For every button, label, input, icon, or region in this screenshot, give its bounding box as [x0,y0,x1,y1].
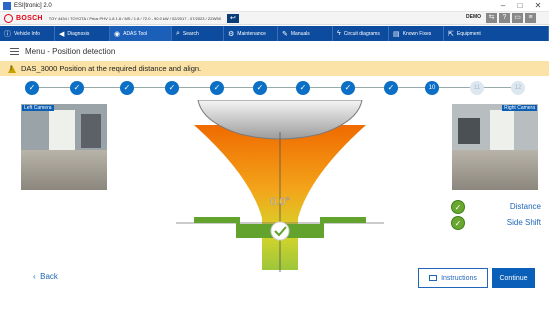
back-button[interactable]: ‹ Back [33,272,58,281]
step-2 [70,81,84,95]
book-icon: ▤ [393,30,400,38]
app-header: BOSCH TOY 4434 / TOYOTA / Prius PHV 1.8 … [0,12,549,25]
gear-icon: ⚙ [228,30,235,38]
header-back-button[interactable]: ↩ [226,13,239,23]
warning-banner: ! DAS_3000 Position at the required dist… [0,61,549,76]
menu-icon[interactable]: ≡ [525,13,536,23]
nav-vehicle-info[interactable]: ⓘ Vehicle Info [0,26,55,41]
book-icon [429,275,438,281]
help-icon[interactable]: ? [499,13,510,23]
demo-badge: DEMO [466,14,481,20]
right-camera-view: Right Camera [452,104,538,190]
step-5 [210,81,224,95]
nav-adas-tool[interactable]: ◉ ADAS Tool [110,26,172,41]
minimize-button[interactable]: – [495,0,511,12]
external-icon: ⇱ [448,30,454,38]
print-icon[interactable]: ▭ [512,13,523,23]
continue-button[interactable]: Continue [492,268,535,288]
info-icon: ⓘ [4,30,11,38]
status-side-shift: ✓ Side Shift [451,216,541,230]
bosch-logo-icon [4,13,13,23]
step-7 [296,81,310,95]
step-8 [341,81,355,95]
nav-search[interactable]: ⌕ Search [172,26,224,41]
step-6 [253,81,267,95]
status-distance: ✓ Distance [451,200,541,214]
right-camera-label: Right Camera [502,105,537,111]
hamburger-icon[interactable] [10,46,19,57]
left-camera-label: Left Camera [22,105,54,111]
main-nav: ⓘ Vehicle Info ◀ Diagnosis ◉ ADAS Tool ⌕ Sea… [0,26,549,41]
adas-icon: ◉ [114,30,121,38]
step-last: 12 [511,81,525,95]
alignment-diagram: 0.0° [176,100,384,272]
nav-equipment[interactable]: ⇱ Equipment [444,26,549,41]
step-4 [165,81,179,95]
distance-ok-icon: ✓ [451,200,465,214]
breadcrumb-text: Menu - Position detection [25,46,116,56]
nav-known-fixes[interactable]: ▤ Known Fixes [389,26,444,41]
warning-text: DAS_3000 Position at the required distan… [21,64,202,73]
wrench-icon: ✎ [282,30,288,38]
angle-readout: 0.0° [270,196,290,208]
distance-label: Distance [509,202,541,211]
side-shift-ok-icon: ✓ [451,216,465,230]
maximize-button[interactable]: □ [512,0,528,12]
step-3 [120,81,134,95]
left-camera-view: Left Camera [21,104,107,190]
lightning-icon: ϟ [337,30,341,37]
nav-manuals[interactable]: ✎ Manuals [278,26,333,41]
nav-maintenance[interactable]: ⚙ Maintenance [224,26,278,41]
search-icon: ⌕ [176,29,180,37]
connection-icon[interactable]: ⇆ [486,13,497,23]
ok-check-icon [270,221,290,241]
nav-diagnosis[interactable]: ◀ Diagnosis [55,26,110,41]
car-icon: ◀ [59,30,65,38]
step-1 [25,81,39,95]
vehicle-info-text: TOY 4434 / TOYOTA / Prius PHV 1.8 1.8 / … [48,15,221,21]
nav-circuit-diagrams[interactable]: ϟ Circuit diagrams [333,26,389,41]
instructions-button[interactable]: Instructions [418,268,488,288]
step-9 [384,81,398,95]
side-shift-label: Side Shift [506,218,541,227]
close-button[interactable]: ✕ [530,0,546,12]
warning-icon: ! [8,64,16,73]
stepper-track [32,87,522,88]
window-title-bar: ESI[tronic] 2.0 – □ ✕ [0,0,549,12]
step-current: 10 [425,81,439,95]
brand-name: BOSCH [16,14,43,22]
breadcrumb: Menu - Position detection [0,41,549,61]
app-icon [3,1,11,10]
progress-stepper: 10 11 12 [0,79,549,97]
window-title: ESI[tronic] 2.0 [14,2,52,9]
step-next: 11 [470,81,484,95]
